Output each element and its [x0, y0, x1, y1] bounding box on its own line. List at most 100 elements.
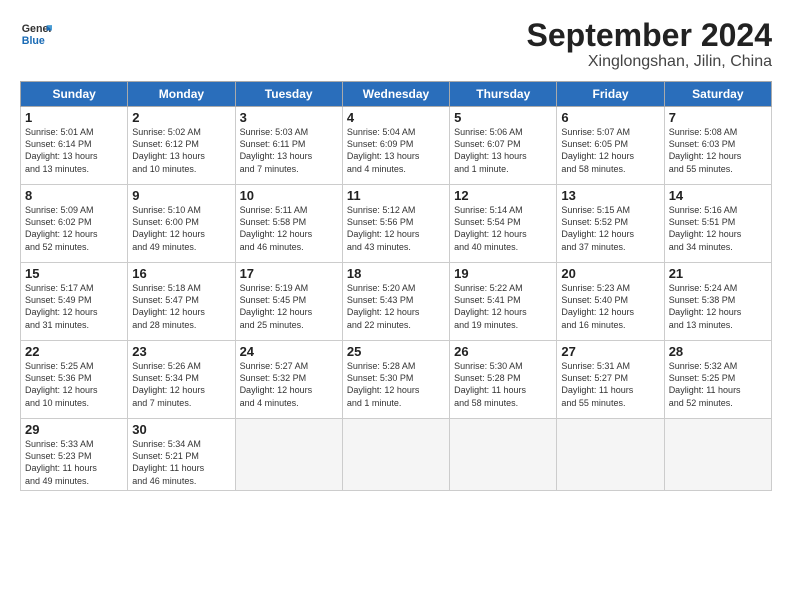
day-number: 1	[25, 110, 123, 125]
cell-info: Sunrise: 5:09 AMSunset: 6:02 PMDaylight:…	[25, 204, 123, 253]
calendar-header-row: SundayMondayTuesdayWednesdayThursdayFrid…	[21, 82, 772, 107]
cell-info: Sunrise: 5:26 AMSunset: 5:34 PMDaylight:…	[132, 360, 230, 409]
calendar-cell: 4Sunrise: 5:04 AMSunset: 6:09 PMDaylight…	[342, 107, 449, 185]
calendar-cell: 1Sunrise: 5:01 AMSunset: 6:14 PMDaylight…	[21, 107, 128, 185]
cell-info: Sunrise: 5:11 AMSunset: 5:58 PMDaylight:…	[240, 204, 338, 253]
day-number: 17	[240, 266, 338, 281]
day-number: 12	[454, 188, 552, 203]
cell-info: Sunrise: 5:20 AMSunset: 5:43 PMDaylight:…	[347, 282, 445, 331]
calendar-cell	[342, 419, 449, 491]
day-number: 13	[561, 188, 659, 203]
cell-info: Sunrise: 5:12 AMSunset: 5:56 PMDaylight:…	[347, 204, 445, 253]
calendar-cell: 19Sunrise: 5:22 AMSunset: 5:41 PMDayligh…	[450, 263, 557, 341]
day-number: 30	[132, 422, 230, 437]
day-number: 27	[561, 344, 659, 359]
calendar-cell: 23Sunrise: 5:26 AMSunset: 5:34 PMDayligh…	[128, 341, 235, 419]
day-number: 24	[240, 344, 338, 359]
day-number: 6	[561, 110, 659, 125]
calendar-cell	[235, 419, 342, 491]
cell-info: Sunrise: 5:03 AMSunset: 6:11 PMDaylight:…	[240, 126, 338, 175]
cell-info: Sunrise: 5:04 AMSunset: 6:09 PMDaylight:…	[347, 126, 445, 175]
cell-info: Sunrise: 5:06 AMSunset: 6:07 PMDaylight:…	[454, 126, 552, 175]
day-number: 8	[25, 188, 123, 203]
calendar-cell: 22Sunrise: 5:25 AMSunset: 5:36 PMDayligh…	[21, 341, 128, 419]
day-number: 2	[132, 110, 230, 125]
day-number: 20	[561, 266, 659, 281]
location-title: Xinglongshan, Jilin, China	[527, 53, 772, 71]
calendar-cell: 18Sunrise: 5:20 AMSunset: 5:43 PMDayligh…	[342, 263, 449, 341]
calendar-cell: 3Sunrise: 5:03 AMSunset: 6:11 PMDaylight…	[235, 107, 342, 185]
calendar-cell: 12Sunrise: 5:14 AMSunset: 5:54 PMDayligh…	[450, 185, 557, 263]
day-number: 11	[347, 188, 445, 203]
cell-info: Sunrise: 5:16 AMSunset: 5:51 PMDaylight:…	[669, 204, 767, 253]
calendar-cell: 28Sunrise: 5:32 AMSunset: 5:25 PMDayligh…	[664, 341, 771, 419]
cell-info: Sunrise: 5:24 AMSunset: 5:38 PMDaylight:…	[669, 282, 767, 331]
calendar-cell	[664, 419, 771, 491]
day-header-sunday: Sunday	[21, 82, 128, 107]
calendar-body: 1Sunrise: 5:01 AMSunset: 6:14 PMDaylight…	[21, 107, 772, 491]
day-number: 21	[669, 266, 767, 281]
cell-info: Sunrise: 5:31 AMSunset: 5:27 PMDaylight:…	[561, 360, 659, 409]
cell-info: Sunrise: 5:32 AMSunset: 5:25 PMDaylight:…	[669, 360, 767, 409]
week-row-4: 22Sunrise: 5:25 AMSunset: 5:36 PMDayligh…	[21, 341, 772, 419]
calendar-cell: 13Sunrise: 5:15 AMSunset: 5:52 PMDayligh…	[557, 185, 664, 263]
cell-info: Sunrise: 5:15 AMSunset: 5:52 PMDaylight:…	[561, 204, 659, 253]
day-number: 23	[132, 344, 230, 359]
calendar-cell: 6Sunrise: 5:07 AMSunset: 6:05 PMDaylight…	[557, 107, 664, 185]
cell-info: Sunrise: 5:22 AMSunset: 5:41 PMDaylight:…	[454, 282, 552, 331]
day-number: 9	[132, 188, 230, 203]
day-number: 10	[240, 188, 338, 203]
calendar-cell: 17Sunrise: 5:19 AMSunset: 5:45 PMDayligh…	[235, 263, 342, 341]
cell-info: Sunrise: 5:08 AMSunset: 6:03 PMDaylight:…	[669, 126, 767, 175]
calendar-cell: 11Sunrise: 5:12 AMSunset: 5:56 PMDayligh…	[342, 185, 449, 263]
calendar-cell: 5Sunrise: 5:06 AMSunset: 6:07 PMDaylight…	[450, 107, 557, 185]
week-row-3: 15Sunrise: 5:17 AMSunset: 5:49 PMDayligh…	[21, 263, 772, 341]
calendar-cell: 29Sunrise: 5:33 AMSunset: 5:23 PMDayligh…	[21, 419, 128, 491]
day-number: 22	[25, 344, 123, 359]
calendar-cell: 21Sunrise: 5:24 AMSunset: 5:38 PMDayligh…	[664, 263, 771, 341]
day-number: 29	[25, 422, 123, 437]
calendar-cell: 8Sunrise: 5:09 AMSunset: 6:02 PMDaylight…	[21, 185, 128, 263]
day-header-monday: Monday	[128, 82, 235, 107]
calendar-cell: 20Sunrise: 5:23 AMSunset: 5:40 PMDayligh…	[557, 263, 664, 341]
cell-info: Sunrise: 5:30 AMSunset: 5:28 PMDaylight:…	[454, 360, 552, 409]
calendar-cell	[557, 419, 664, 491]
day-header-saturday: Saturday	[664, 82, 771, 107]
cell-info: Sunrise: 5:19 AMSunset: 5:45 PMDaylight:…	[240, 282, 338, 331]
header: General Blue September 2024 Xinglongshan…	[20, 18, 772, 71]
calendar-cell: 2Sunrise: 5:02 AMSunset: 6:12 PMDaylight…	[128, 107, 235, 185]
cell-info: Sunrise: 5:33 AMSunset: 5:23 PMDaylight:…	[25, 438, 123, 487]
cell-info: Sunrise: 5:27 AMSunset: 5:32 PMDaylight:…	[240, 360, 338, 409]
day-number: 19	[454, 266, 552, 281]
day-header-friday: Friday	[557, 82, 664, 107]
cell-info: Sunrise: 5:14 AMSunset: 5:54 PMDaylight:…	[454, 204, 552, 253]
day-number: 7	[669, 110, 767, 125]
cell-info: Sunrise: 5:10 AMSunset: 6:00 PMDaylight:…	[132, 204, 230, 253]
calendar-cell: 10Sunrise: 5:11 AMSunset: 5:58 PMDayligh…	[235, 185, 342, 263]
week-row-2: 8Sunrise: 5:09 AMSunset: 6:02 PMDaylight…	[21, 185, 772, 263]
calendar-cell: 25Sunrise: 5:28 AMSunset: 5:30 PMDayligh…	[342, 341, 449, 419]
cell-info: Sunrise: 5:02 AMSunset: 6:12 PMDaylight:…	[132, 126, 230, 175]
day-number: 18	[347, 266, 445, 281]
calendar-cell: 14Sunrise: 5:16 AMSunset: 5:51 PMDayligh…	[664, 185, 771, 263]
logo-icon: General Blue	[20, 18, 52, 50]
cell-info: Sunrise: 5:34 AMSunset: 5:21 PMDaylight:…	[132, 438, 230, 487]
day-header-thursday: Thursday	[450, 82, 557, 107]
day-number: 5	[454, 110, 552, 125]
day-number: 26	[454, 344, 552, 359]
day-header-wednesday: Wednesday	[342, 82, 449, 107]
svg-text:Blue: Blue	[22, 35, 45, 47]
title-block: September 2024 Xinglongshan, Jilin, Chin…	[527, 18, 772, 71]
calendar-table: SundayMondayTuesdayWednesdayThursdayFrid…	[20, 81, 772, 491]
day-number: 25	[347, 344, 445, 359]
cell-info: Sunrise: 5:23 AMSunset: 5:40 PMDaylight:…	[561, 282, 659, 331]
day-number: 15	[25, 266, 123, 281]
cell-info: Sunrise: 5:18 AMSunset: 5:47 PMDaylight:…	[132, 282, 230, 331]
calendar-cell: 24Sunrise: 5:27 AMSunset: 5:32 PMDayligh…	[235, 341, 342, 419]
calendar-cell: 27Sunrise: 5:31 AMSunset: 5:27 PMDayligh…	[557, 341, 664, 419]
cell-info: Sunrise: 5:17 AMSunset: 5:49 PMDaylight:…	[25, 282, 123, 331]
calendar-cell: 26Sunrise: 5:30 AMSunset: 5:28 PMDayligh…	[450, 341, 557, 419]
calendar-cell: 9Sunrise: 5:10 AMSunset: 6:00 PMDaylight…	[128, 185, 235, 263]
cell-info: Sunrise: 5:01 AMSunset: 6:14 PMDaylight:…	[25, 126, 123, 175]
logo: General Blue	[20, 18, 52, 50]
